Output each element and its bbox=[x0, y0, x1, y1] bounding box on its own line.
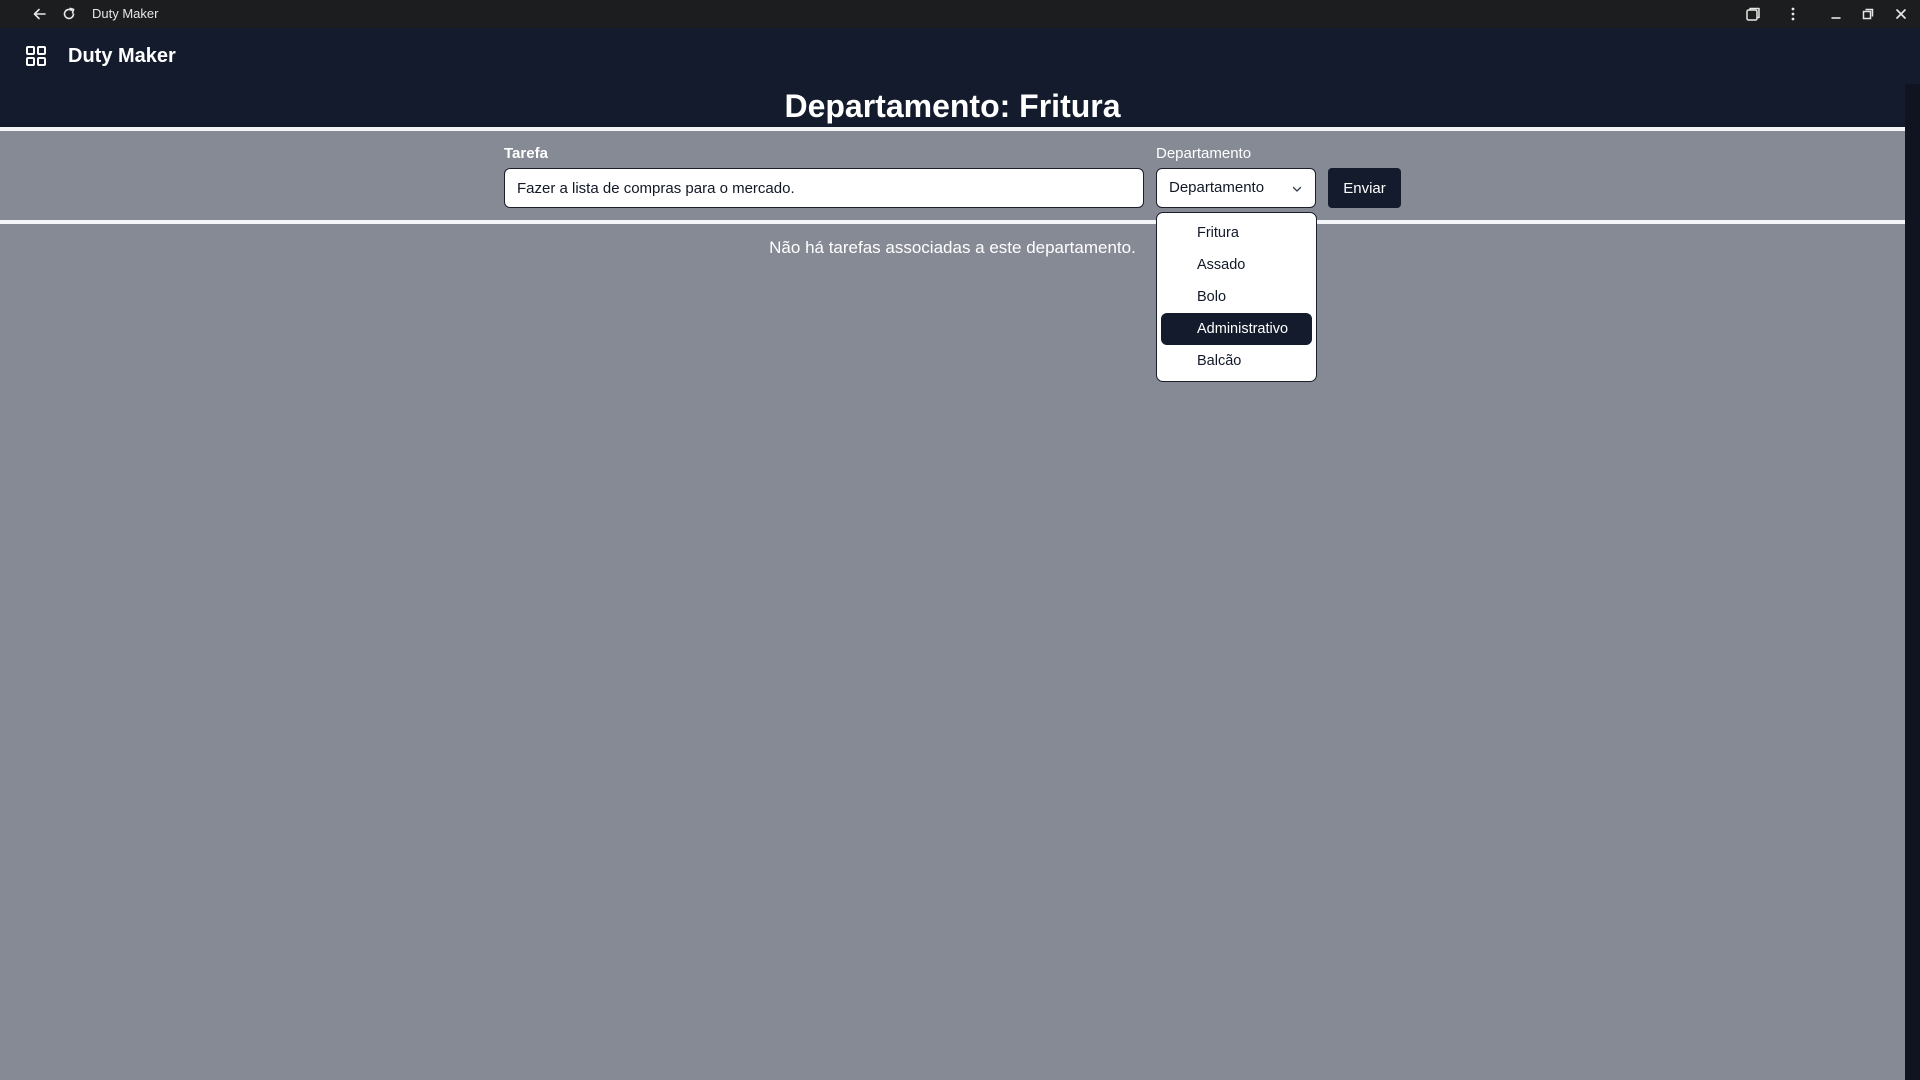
app-header: Duty Maker Departamento: Fritura bbox=[0, 28, 1920, 128]
dropdown-option-assado[interactable]: Assado bbox=[1161, 249, 1312, 281]
department-select-value: Departamento bbox=[1169, 179, 1265, 196]
department-label: Departamento bbox=[1156, 145, 1252, 162]
bottom-divider bbox=[0, 220, 1905, 224]
send-button[interactable]: Enviar bbox=[1328, 168, 1401, 208]
dropdown-option-administrativo[interactable]: Administrativo bbox=[1161, 313, 1312, 345]
back-arrow-icon[interactable] bbox=[30, 0, 50, 28]
dropdown-option-balcao[interactable]: Balcão bbox=[1161, 345, 1312, 377]
dropdown-option-bolo[interactable]: Bolo bbox=[1161, 281, 1312, 313]
dropdown-option-fritura[interactable]: Fritura bbox=[1161, 217, 1312, 249]
restore-icon[interactable] bbox=[1858, 0, 1878, 28]
department-dropdown: Fritura Assado Bolo Administrativo Balcã… bbox=[1156, 212, 1317, 382]
close-icon[interactable] bbox=[1891, 0, 1911, 28]
app-name: Duty Maker bbox=[68, 45, 176, 67]
extensions-icon[interactable] bbox=[1743, 0, 1763, 28]
grid-icon[interactable] bbox=[24, 44, 48, 68]
kebab-menu-icon[interactable] bbox=[1783, 0, 1803, 28]
top-divider bbox=[0, 127, 1905, 131]
browser-titlebar: Duty Maker bbox=[0, 0, 1920, 28]
chevron-down-icon bbox=[1291, 182, 1303, 194]
department-select[interactable]: Departamento bbox=[1156, 168, 1316, 208]
task-input[interactable] bbox=[504, 168, 1144, 208]
minimize-icon[interactable] bbox=[1826, 0, 1846, 28]
empty-tasks-message: Não há tarefas associadas a este departa… bbox=[769, 238, 1136, 257]
reload-icon[interactable] bbox=[59, 0, 79, 28]
window-title: Duty Maker bbox=[92, 6, 159, 21]
scrollbar-track[interactable] bbox=[1905, 84, 1920, 1080]
page-title: Departamento: Fritura bbox=[784, 88, 1121, 124]
task-label: Tarefa bbox=[504, 145, 548, 162]
